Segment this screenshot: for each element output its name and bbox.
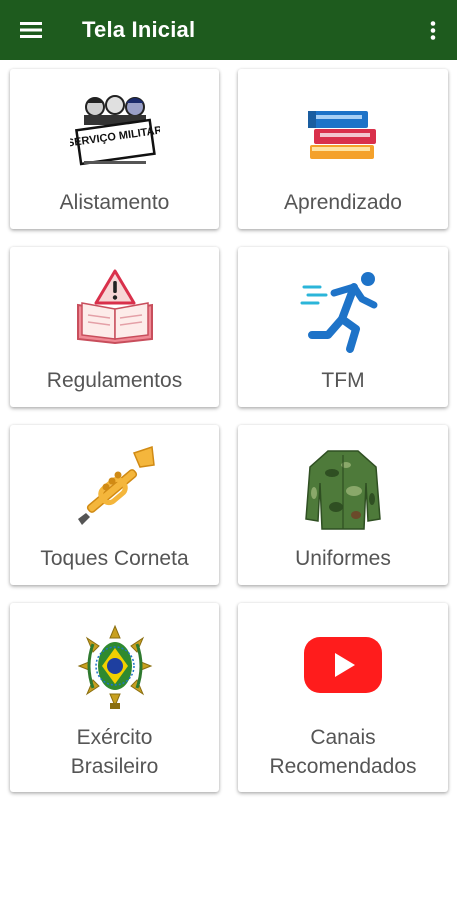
more-vert-icon xyxy=(430,21,436,40)
running-person-icon xyxy=(298,265,388,355)
more-options-button[interactable] xyxy=(420,16,446,46)
camouflage-jacket-icon xyxy=(298,443,388,533)
card-label: Alistamento xyxy=(59,191,170,214)
card-uniformes[interactable]: Uniformes xyxy=(238,425,448,585)
card-exercito-brasileiro[interactable]: Exército Brasileiro xyxy=(10,603,219,792)
card-label: Regulamentos xyxy=(46,369,183,392)
card-tfm[interactable]: TFM xyxy=(238,247,448,407)
menu-button[interactable] xyxy=(14,17,48,43)
card-alistamento[interactable]: SERVIÇO MILITAR Alistamento xyxy=(10,69,219,229)
card-label: Toques Corneta xyxy=(40,547,189,570)
page-title: Tela Inicial xyxy=(82,17,196,42)
card-label: Exército Brasileiro xyxy=(70,726,159,778)
card-regulamentos[interactable]: Regulamentos xyxy=(10,247,219,407)
open-book-warning-icon xyxy=(70,265,160,355)
card-aprendizado[interactable]: Aprendizado xyxy=(238,69,448,229)
card-label: TFM xyxy=(321,369,365,392)
books-stack-icon xyxy=(298,87,388,177)
app-bar: Tela Inicial xyxy=(0,0,457,60)
army-emblem-icon xyxy=(70,621,160,711)
card-label: Canais Recomendados xyxy=(269,726,417,778)
menu-grid: SERVIÇO MILITAR Alistamento Aprendizado xyxy=(0,60,457,820)
servico-militar-logo-icon: SERVIÇO MILITAR xyxy=(70,87,160,177)
card-canais-recomendados[interactable]: Canais Recomendados xyxy=(238,603,448,792)
youtube-play-icon xyxy=(298,621,388,711)
hamburger-menu-icon xyxy=(20,22,42,38)
trumpet-icon xyxy=(70,443,160,533)
card-toques-corneta[interactable]: Toques Corneta xyxy=(10,425,219,585)
card-label: Aprendizado xyxy=(284,191,402,214)
card-label: Uniformes xyxy=(295,547,391,570)
